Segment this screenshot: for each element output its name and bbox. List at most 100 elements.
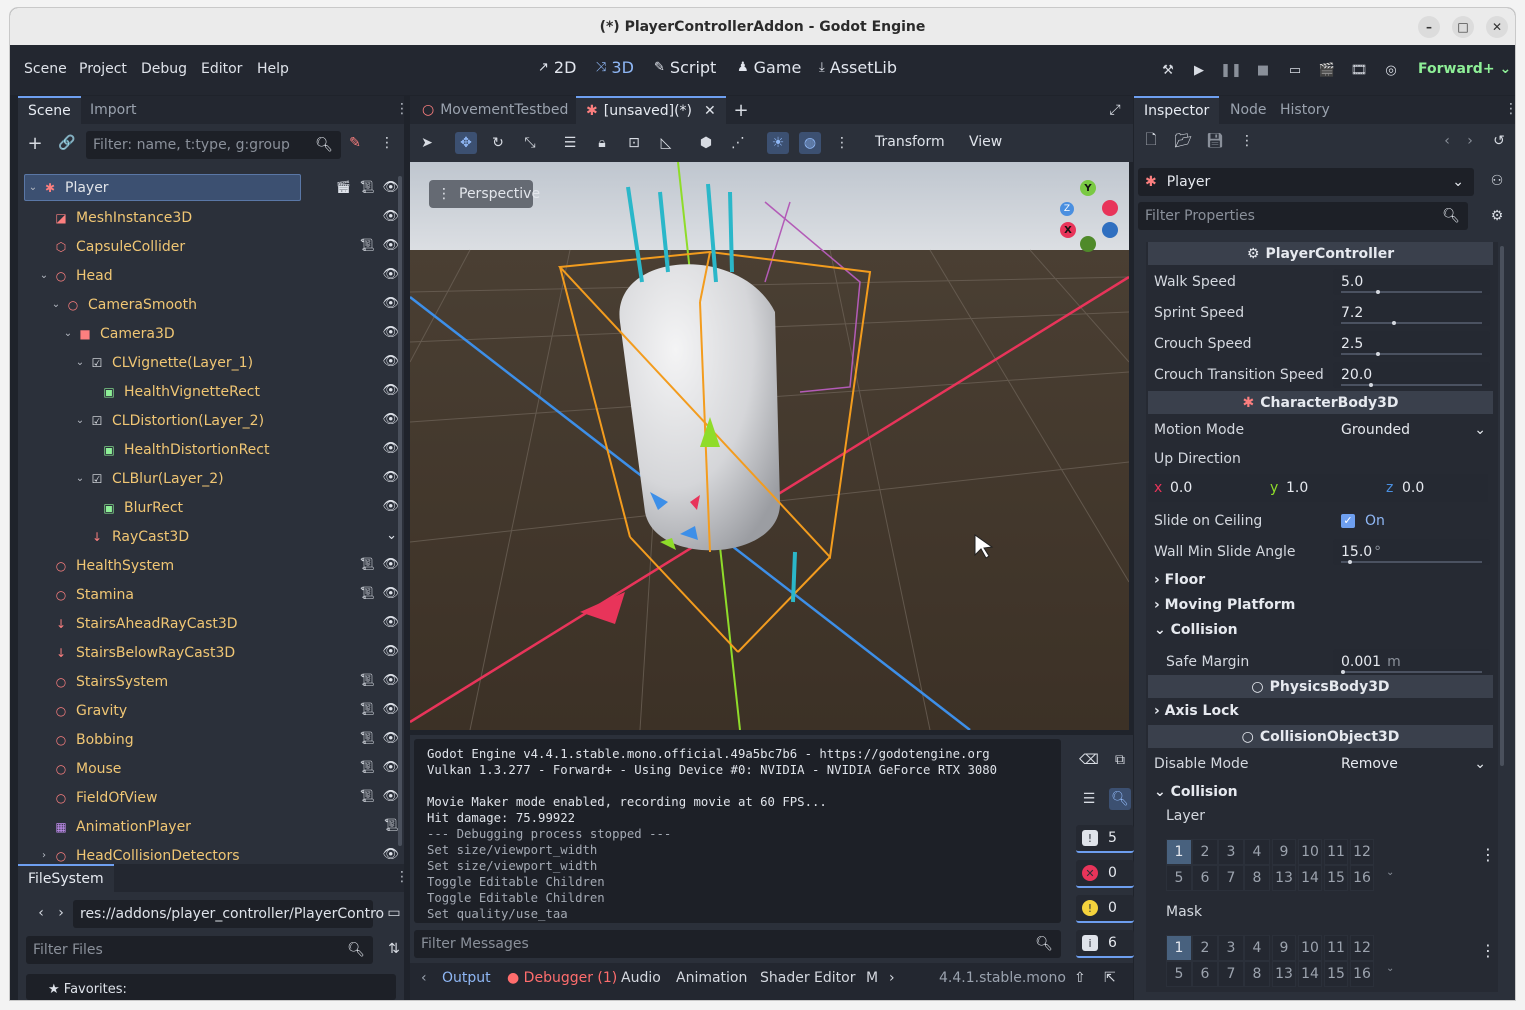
view-menu[interactable]: View bbox=[969, 134, 1002, 150]
expand-arrow-icon[interactable]: ⌄ bbox=[74, 357, 86, 368]
layer-bit[interactable]: 15 bbox=[1324, 865, 1348, 891]
up-x-field[interactable]: 0.0 bbox=[1170, 480, 1192, 496]
mask-bit[interactable]: 12 bbox=[1350, 935, 1374, 961]
walk-speed-field[interactable]: 5.0 bbox=[1333, 268, 1490, 295]
layer-bit[interactable]: 6 bbox=[1192, 865, 1218, 891]
mask-bit[interactable]: 9 bbox=[1272, 935, 1296, 961]
layer-bit[interactable]: 12 bbox=[1350, 839, 1374, 865]
section-collisionobject3d[interactable]: ○ CollisionObject3D bbox=[1148, 725, 1493, 748]
expand-arrow-icon[interactable]: ⌄ bbox=[62, 328, 74, 339]
maximize-button[interactable]: □ bbox=[1452, 16, 1474, 38]
rotate-tool-icon[interactable]: ↻ bbox=[487, 132, 509, 154]
tree-node[interactable]: ⌄ ■ Camera3D bbox=[24, 319, 399, 348]
clear-output-icon[interactable]: ⌫ bbox=[1078, 749, 1100, 771]
tree-node[interactable]: ⌄ ☑ CLDistortion(Layer_2) bbox=[24, 406, 399, 435]
mask-bit[interactable]: 16 bbox=[1350, 961, 1374, 987]
visibility-eye-icon[interactable]: 👁︎ bbox=[382, 383, 399, 398]
tree-node[interactable]: ▣ HealthDistortionRect bbox=[24, 435, 399, 464]
walk-speed-grabber[interactable] bbox=[1376, 289, 1381, 294]
scroll-left-icon[interactable]: ‹ bbox=[421, 970, 427, 986]
tree-node[interactable]: ▦ AnimationPlayer bbox=[24, 812, 399, 841]
menu-project[interactable]: Project bbox=[79, 61, 127, 77]
history-forward-icon[interactable]: › bbox=[1459, 130, 1481, 152]
save-resource-icon[interactable]: 💾︎ bbox=[1204, 130, 1226, 152]
visibility-eye-icon[interactable]: 👁︎ bbox=[382, 296, 399, 311]
pin-icon[interactable]: ⇧ bbox=[1074, 970, 1086, 986]
script-icon[interactable]: 📜︎ bbox=[360, 180, 375, 194]
tree-node[interactable]: ⌄ ○ CameraSmooth bbox=[24, 290, 399, 319]
distraction-free-icon[interactable]: ⤢ bbox=[1104, 99, 1126, 121]
walk-speed-slider[interactable] bbox=[1341, 289, 1482, 294]
mask-bit[interactable]: 1 bbox=[1166, 935, 1192, 961]
3d-viewport[interactable]: ⋮ Perspective Y Z X bbox=[410, 162, 1129, 730]
transform-menu[interactable]: Transform bbox=[875, 134, 945, 150]
scene-menu-icon[interactable]: ⋮ bbox=[376, 132, 398, 154]
remote-debug-icon[interactable]: ▭ bbox=[1284, 59, 1306, 81]
tree-node[interactable]: ○ Stamina bbox=[24, 580, 399, 609]
tab-unsaved[interactable]: ✱ [unsaved](*) ✕ bbox=[576, 96, 726, 124]
expand-arrow-icon[interactable]: ⌄ bbox=[74, 415, 86, 426]
visibility-eye-icon[interactable]: 👁︎ bbox=[382, 267, 399, 282]
close-tab-icon[interactable]: ✕ bbox=[704, 103, 716, 119]
visibility-eye-icon[interactable]: 👁︎ bbox=[382, 702, 399, 717]
tree-node[interactable]: ○ HealthSystem bbox=[24, 551, 399, 580]
safe-margin-slider[interactable] bbox=[1341, 669, 1482, 674]
filesystem-path-input[interactable]: res://addons/player_controller/PlayerCon… bbox=[73, 900, 384, 928]
view-gizmo[interactable]: Y Z X bbox=[1060, 180, 1120, 252]
visibility-eye-icon[interactable]: 👁︎ bbox=[382, 789, 399, 804]
play-icon[interactable]: ▶ bbox=[1188, 59, 1210, 81]
tree-node[interactable]: ○ Bobbing bbox=[24, 725, 399, 754]
tab-shader-editor[interactable]: Shader Editor bbox=[760, 970, 855, 986]
visibility-eye-icon[interactable]: 👁︎ bbox=[382, 441, 399, 456]
mode-3d-button[interactable]: ⤨ 3D bbox=[596, 58, 634, 77]
layer-bit[interactable]: 5 bbox=[1166, 865, 1192, 891]
crouch-transition-slider[interactable] bbox=[1341, 382, 1482, 387]
viewport-menu-icon[interactable]: ⋮ bbox=[831, 132, 853, 154]
node-tree-icon[interactable]: ⚇ bbox=[1486, 170, 1508, 192]
move-tool-icon[interactable]: ✥ bbox=[455, 132, 477, 154]
tab-debugger[interactable]: ● Debugger (1) bbox=[507, 970, 617, 986]
expand-arrow-icon[interactable]: › bbox=[38, 850, 50, 861]
warnings-filter-button[interactable]: ! 0 bbox=[1076, 895, 1134, 923]
crouch-transition-field[interactable]: 20.0 bbox=[1333, 361, 1490, 388]
open-resource-icon[interactable]: 📂︎ bbox=[1172, 130, 1194, 152]
wall-min-slide-field[interactable]: 15.0 ° bbox=[1333, 538, 1490, 565]
expand-arrow-icon[interactable]: ⌄ bbox=[74, 473, 86, 484]
mask-bit[interactable]: 15 bbox=[1324, 961, 1348, 987]
visibility-eye-icon[interactable]: 👁︎ bbox=[382, 412, 399, 427]
wall-min-slide-grabber[interactable] bbox=[1348, 559, 1353, 564]
visibility-eye-icon[interactable]: 👁︎ bbox=[382, 499, 399, 514]
snap-icon[interactable]: ⋰ bbox=[727, 132, 749, 154]
tree-node[interactable]: ○ Mouse bbox=[24, 754, 399, 783]
script-icon[interactable]: 📜︎ bbox=[384, 818, 399, 832]
stop-icon[interactable]: ■ bbox=[1252, 59, 1274, 81]
object-select[interactable]: ✱ Player ⌄ bbox=[1138, 168, 1474, 196]
script-icon[interactable]: 📜︎ bbox=[360, 702, 375, 716]
visibility-eye-icon[interactable]: 👁︎ bbox=[382, 760, 399, 775]
tree-node[interactable]: ⌄ ○ Head bbox=[24, 261, 399, 290]
mask-bit[interactable]: 5 bbox=[1166, 961, 1192, 987]
ruler-icon[interactable]: ◺ bbox=[655, 132, 677, 154]
split-view-icon[interactable]: ▭ bbox=[383, 902, 405, 924]
dock-menu-icon[interactable]: ⋮ bbox=[395, 101, 409, 117]
mode-2d-button[interactable]: ↗ 2D bbox=[538, 58, 576, 77]
lock-icon[interactable]: 🔒︎ bbox=[591, 132, 613, 154]
section-physicsbody3d[interactable]: ○ PhysicsBody3D bbox=[1148, 675, 1493, 698]
sort-icon[interactable]: ⇅ bbox=[383, 938, 405, 960]
expand-arrow-icon[interactable]: ⌄ bbox=[27, 182, 39, 193]
gizmo-z[interactable]: Z bbox=[1060, 202, 1074, 216]
perspective-menu[interactable]: ⋮ Perspective bbox=[429, 180, 540, 208]
layer-bit[interactable]: 14 bbox=[1298, 865, 1322, 891]
tree-node[interactable]: ▣ BlurRect bbox=[24, 493, 399, 522]
menu-scene[interactable]: Scene bbox=[24, 61, 67, 77]
section-player-controller[interactable]: ⚙ PlayerController bbox=[1148, 242, 1493, 265]
tab-audio[interactable]: Audio bbox=[621, 970, 661, 986]
history-back-icon[interactable]: ‹ bbox=[1436, 130, 1458, 152]
layer-bit[interactable]: 1 bbox=[1166, 839, 1192, 865]
new-resource-icon[interactable]: 🗋 bbox=[1140, 130, 1162, 152]
layer-menu-icon[interactable]: ⋮ bbox=[1480, 845, 1496, 864]
tab-output[interactable]: Output bbox=[442, 970, 491, 986]
tree-node[interactable]: ○ FieldOfView bbox=[24, 783, 399, 812]
tab-inspector[interactable]: Inspector bbox=[1134, 96, 1220, 124]
gizmo-neg-y[interactable] bbox=[1080, 236, 1096, 252]
